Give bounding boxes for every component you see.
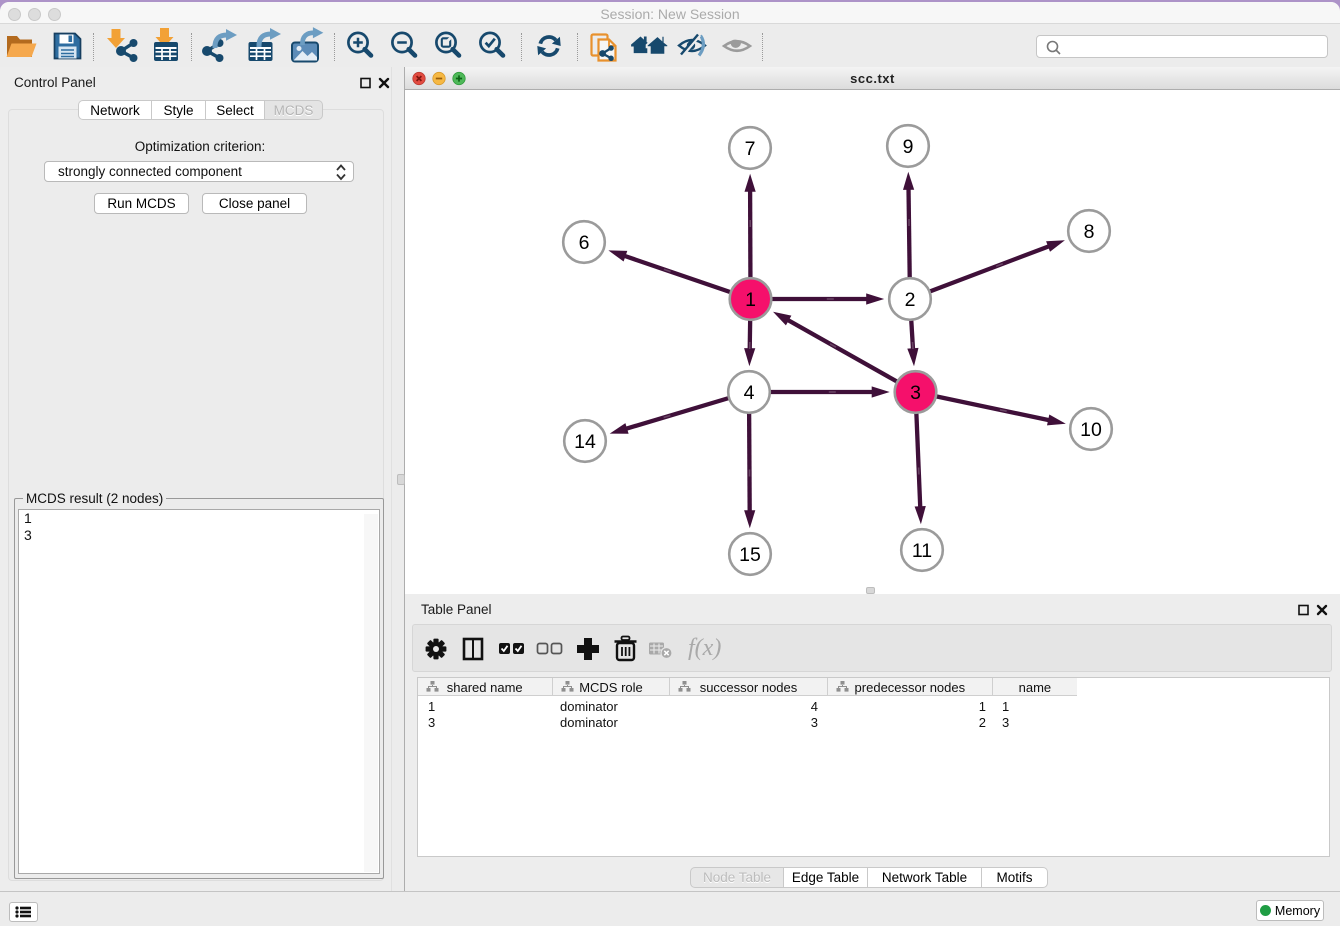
- svg-text:10: 10: [1080, 419, 1102, 441]
- svg-text:3: 3: [910, 382, 921, 404]
- svg-text:11: 11: [912, 540, 932, 562]
- svg-text:7: 7: [745, 138, 756, 160]
- svg-text:6: 6: [579, 232, 590, 254]
- svg-text:4: 4: [744, 382, 755, 404]
- svg-text:14: 14: [574, 431, 596, 453]
- svg-text:15: 15: [739, 544, 761, 566]
- svg-text:8: 8: [1084, 221, 1095, 243]
- svg-text:2: 2: [905, 289, 916, 311]
- svg-text:1: 1: [745, 289, 756, 311]
- svg-text:9: 9: [903, 136, 914, 158]
